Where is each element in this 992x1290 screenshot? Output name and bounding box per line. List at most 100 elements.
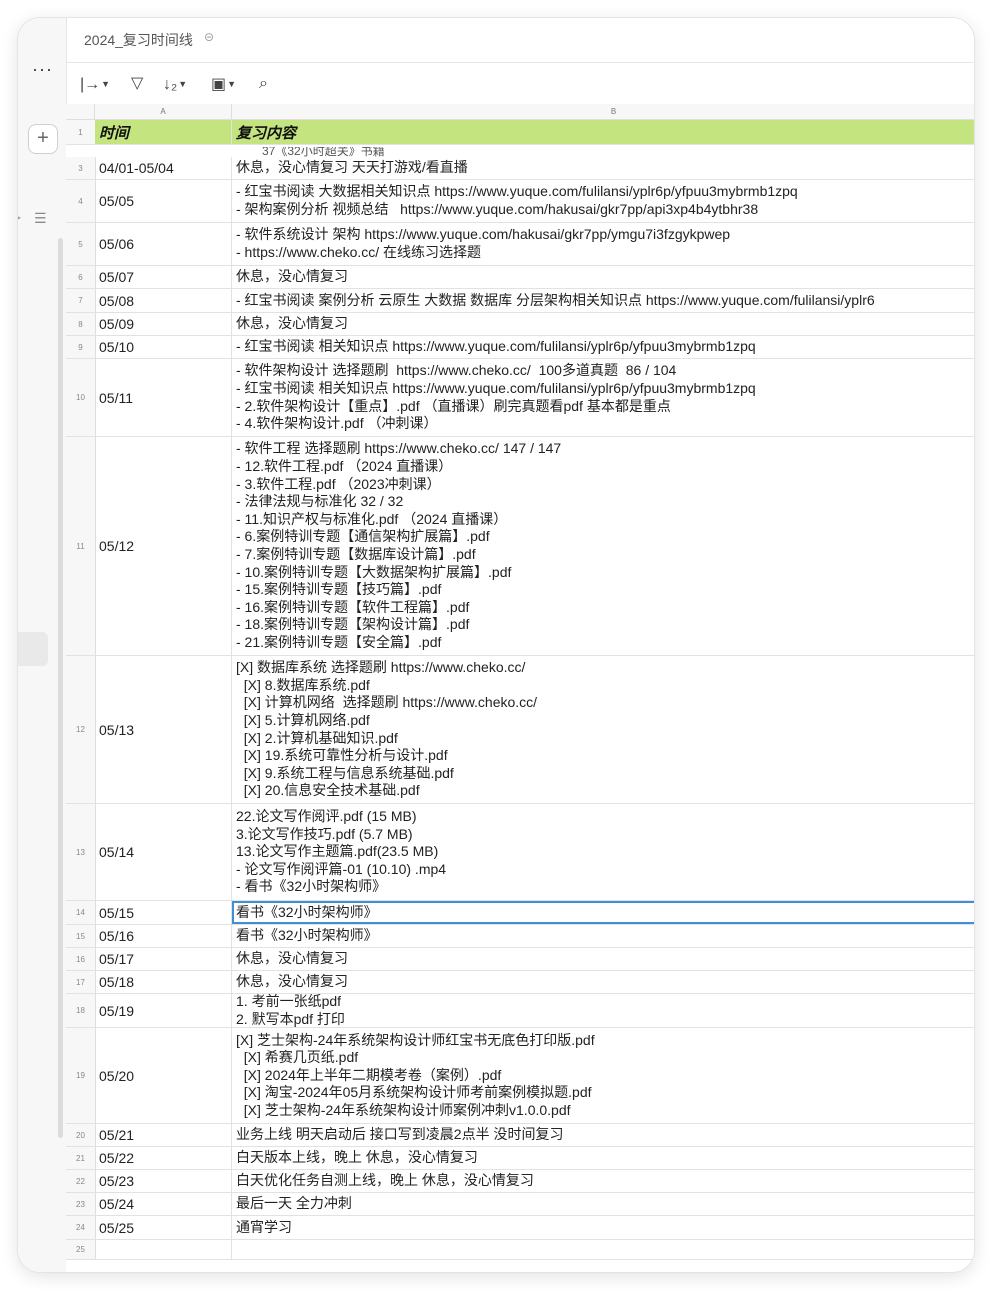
cell-content[interactable]: 休息，没心情复习 xyxy=(232,313,974,335)
cell-time[interactable]: 05/17 xyxy=(95,948,232,970)
row-number[interactable]: 8 xyxy=(66,313,96,335)
table-row[interactable]: 21 05/22 白天版本上线，晚上 休息，没心情复习 xyxy=(66,1147,974,1170)
expand-arrow-icon[interactable]: ▸ xyxy=(18,213,21,222)
outline-icon[interactable]: ☰ xyxy=(34,210,47,227)
cell-content[interactable]: - 红宝书阅读 大数据相关知识点 https://www.yuque.com/f… xyxy=(232,180,974,222)
row-number[interactable]: 10 xyxy=(66,359,96,436)
cell-time[interactable]: 05/12 xyxy=(95,437,232,655)
cell-time[interactable]: 05/05 xyxy=(95,180,232,222)
more-menu-icon[interactable]: ··· xyxy=(32,60,53,78)
table-row[interactable]: 10 05/11- 软件架构设计 选择题刷 https://www.cheko.c… xyxy=(66,359,974,437)
row-number[interactable]: 14 xyxy=(66,901,96,924)
table-row[interactable]: 22 05/23 白天优化任务自测上线，晚上 休息，没心情复习 xyxy=(66,1170,974,1193)
freeze-icon[interactable]: ▣▼ xyxy=(211,75,236,93)
cell-time[interactable]: 05/19 xyxy=(95,994,232,1027)
row-number[interactable]: 9 xyxy=(66,336,96,358)
table-row[interactable]: 8 05/09 休息，没心情复习 xyxy=(66,313,974,336)
cell-time[interactable]: 05/06 xyxy=(95,223,232,265)
cell-content[interactable]: 休息，没心情复习 xyxy=(232,971,974,993)
cell-content[interactable]: [X] 数据库系统 选择题刷 https://www.cheko.cc/ [X]… xyxy=(232,656,974,803)
table-row[interactable]: 15 05/16 看书《32小时架构师》 xyxy=(66,925,974,948)
cell-time[interactable]: 05/24 xyxy=(95,1193,232,1215)
table-row[interactable]: 13 05/14 22.论文写作阅评.pdf (15 MB) 3.论文写作技巧.pd… xyxy=(66,804,974,901)
find-icon[interactable]: ⌕ xyxy=(259,75,268,93)
column-header-b[interactable]: B xyxy=(232,104,974,120)
table-row[interactable]: 25 xyxy=(66,1240,974,1260)
cell-content[interactable]: 22.论文写作阅评.pdf (15 MB) 3.论文写作技巧.pdf (5.7 … xyxy=(232,804,974,900)
cell-time[interactable]: 05/23 xyxy=(95,1170,232,1192)
corner-cell[interactable] xyxy=(66,104,95,120)
cell-content[interactable]: - 红宝书阅读 相关知识点 https://www.yuque.com/fuli… xyxy=(232,336,974,358)
row-number[interactable]: 20 xyxy=(66,1124,96,1146)
row-number[interactable]: 7 xyxy=(66,289,96,312)
row-number[interactable]: 15 xyxy=(66,925,96,947)
cell-time[interactable]: 05/16 xyxy=(95,925,232,947)
row-number[interactable]: 22 xyxy=(66,1170,96,1192)
cell-time[interactable]: 05/15 xyxy=(95,901,232,924)
row-number[interactable]: 12 xyxy=(66,656,96,803)
cell-time[interactable]: 05/21 xyxy=(95,1124,232,1146)
cell-content[interactable]: 休息，没心情复习 xyxy=(232,948,974,970)
cell-time[interactable]: 05/11 xyxy=(95,359,232,436)
cell-content[interactable] xyxy=(232,1240,974,1259)
row-number[interactable]: 13 xyxy=(66,804,96,900)
cell-time[interactable]: 05/14 xyxy=(95,804,232,900)
spreadsheet[interactable]: A B 1 时间 复习内容 37《32小时超关》书籍 3 04/01-05/04 休… xyxy=(66,104,974,1272)
cell-content[interactable]: 业务上线 明天启动后 接口写到凌晨2点半 没时间复习 xyxy=(232,1124,974,1146)
cell-content[interactable]: 白天优化任务自测上线，晚上 休息，没心情复习 xyxy=(232,1170,974,1192)
table-row[interactable]: 20 05/21 业务上线 明天启动后 接口写到凌晨2点半 没时间复习 xyxy=(66,1124,974,1147)
table-row[interactable]: 19 05/20 [X] 芝士架构-24年系统架构设计师红宝书无底色打印版.pdf … xyxy=(66,1028,974,1124)
cell-time[interactable]: 04/01-05/04 xyxy=(95,157,232,179)
scrollbar[interactable] xyxy=(58,238,63,1138)
cell-content[interactable]: 1. 考前一张纸pdf 2. 默写本pdf 打印 xyxy=(232,994,974,1027)
table-row[interactable]: 5 05/06- 软件系统设计 架构 https://www.yuque.com/… xyxy=(66,223,974,266)
cell-content[interactable]: - 软件工程 选择题刷 https://www.cheko.cc/ 147 / … xyxy=(232,437,974,655)
row-number[interactable]: 3 xyxy=(66,157,96,179)
cell-content[interactable]: 休息，没心情复习 xyxy=(232,266,974,288)
sync-status-icon[interactable]: ⊝ xyxy=(204,30,214,44)
row-number[interactable]: 4 xyxy=(66,180,96,222)
row-number[interactable]: 23 xyxy=(66,1193,96,1215)
header-time[interactable]: 时间 xyxy=(95,120,232,144)
header-content[interactable]: 复习内容 xyxy=(232,120,974,144)
cell-content[interactable]: 最后一天 全力冲刺 xyxy=(232,1193,974,1215)
table-row[interactable]: 6 05/07 休息，没心情复习 xyxy=(66,266,974,289)
row-number[interactable]: 1 xyxy=(66,120,96,144)
row-number[interactable]: 17 xyxy=(66,971,96,993)
row-number[interactable]: 6 xyxy=(66,266,96,288)
expand-icon[interactable]: |→▼ xyxy=(80,75,110,93)
row-number[interactable]: 25 xyxy=(66,1240,96,1259)
cell-content[interactable]: 白天版本上线，晚上 休息，没心情复习 xyxy=(232,1147,974,1169)
filter-icon[interactable]: ▽ xyxy=(131,75,143,93)
cell-content[interactable]: - 红宝书阅读 案例分析 云原生 大数据 数据库 分层架构相关知识点 https… xyxy=(232,289,974,312)
cell-content[interactable]: - 软件架构设计 选择题刷 https://www.cheko.cc/ 100多… xyxy=(232,359,974,436)
sort-icon[interactable]: ↓₂▼ xyxy=(163,75,187,93)
cell-content[interactable]: 看书《32小时架构师》 xyxy=(232,925,974,947)
table-row[interactable]: 24 05/25 通宵学习 xyxy=(66,1216,974,1240)
add-button[interactable]: + xyxy=(28,124,58,154)
table-row[interactable]: 18 05/19 1. 考前一张纸pdf 2. 默写本pdf 打印 xyxy=(66,994,974,1028)
row-number[interactable]: 24 xyxy=(66,1216,96,1239)
row-number[interactable]: 18 xyxy=(66,994,96,1027)
cell-time[interactable]: 05/22 xyxy=(95,1147,232,1169)
table-row[interactable]: 12 05/13 [X] 数据库系统 选择题刷 https://www.cheko.… xyxy=(66,656,974,804)
row-number[interactable]: 16 xyxy=(66,948,96,970)
table-row[interactable]: 11 05/12- 软件工程 选择题刷 https://www.cheko.cc/… xyxy=(66,437,974,656)
cell-content[interactable]: [X] 芝士架构-24年系统架构设计师红宝书无底色打印版.pdf [X] 希赛几… xyxy=(232,1028,974,1123)
sidebar-active-item[interactable] xyxy=(18,632,48,666)
cell-content[interactable]: 通宵学习 xyxy=(232,1216,974,1239)
cell-time[interactable]: 05/07 xyxy=(95,266,232,288)
table-row[interactable]: 17 05/18 休息，没心情复习 xyxy=(66,971,974,994)
cell-time[interactable]: 05/10 xyxy=(95,336,232,358)
table-row[interactable]: 16 05/17 休息，没心情复习 xyxy=(66,948,974,971)
row-number[interactable]: 21 xyxy=(66,1147,96,1169)
table-row[interactable]: 4 05/05- 红宝书阅读 大数据相关知识点 https://www.yuque… xyxy=(66,180,974,223)
row-number[interactable]: 11 xyxy=(66,437,96,655)
cell-time[interactable]: 05/13 xyxy=(95,656,232,803)
table-row[interactable]: 14 05/15 看书《32小时架构师》 xyxy=(66,901,974,925)
cell-time[interactable]: 05/18 xyxy=(95,971,232,993)
cell-content[interactable]: 看书《32小时架构师》 xyxy=(232,901,974,924)
table-row[interactable]: 3 04/01-05/04 休息，没心情复习 天天打游戏/看直播 xyxy=(66,157,974,180)
cell-time[interactable]: 05/09 xyxy=(95,313,232,335)
cell-content[interactable]: - 软件系统设计 架构 https://www.yuque.com/hakusa… xyxy=(232,223,974,265)
